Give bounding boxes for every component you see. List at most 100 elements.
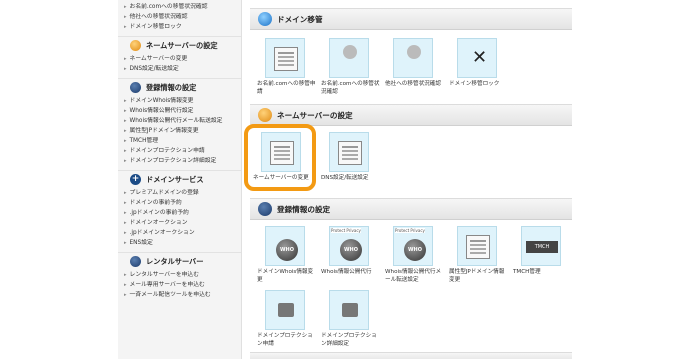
arrow-icon: ▸ [124, 138, 127, 144]
sidebar-item[interactable]: ▸ 属性型JPドメイン情報変更 [124, 126, 241, 136]
tile-label: ドメイン移管ロック [449, 81, 500, 87]
sidebar-item[interactable]: ▸ ドメインオークション [124, 218, 241, 228]
tile-label: Whois情報公開代行 [321, 269, 372, 275]
section-title: ネームサーバーの設定 [277, 110, 353, 120]
person-icon [407, 45, 421, 59]
sidebar-item[interactable]: ▸ 他社への移管状況確認 [124, 12, 241, 22]
sidebar-item-label: ドメインWhois情報変更 [129, 98, 194, 104]
sidebar-section-rental-server: レンタルサーバー [118, 252, 241, 270]
sidebar-item-label: ENS設定 [129, 240, 153, 246]
sidebar-item[interactable]: ▸ Whois情報公開代行メール転送設定 [124, 116, 241, 126]
sidebar-item[interactable]: ▸ ドメインの事前予約 [124, 198, 241, 208]
sidebar: ▸ お名前.comへの移管状況確認 ▸ 他社への移管状況確認 ▸ ドメイン移管ロック … [118, 0, 242, 359]
section-header-next [250, 352, 572, 359]
sidebar-item[interactable]: ▸ レンタルサーバーを申込む [124, 270, 241, 280]
arrow-icon: ▸ [124, 210, 127, 216]
tile-transfer-status-in[interactable]: お名前.comへの移管状況確認 [320, 38, 379, 96]
tile-dns-settings[interactable]: DNS設定/転送設定 [320, 132, 376, 183]
sidebar-item-label: ドメインオークション [129, 220, 188, 226]
sidebar-item[interactable]: ▸ メール専用サーバーを申込む [124, 280, 241, 290]
tile-label: お名前.comへの移管申請 [257, 81, 316, 95]
dns-settings-icon [329, 132, 369, 172]
tile-label: ドメインプロテクション詳細設定 [321, 333, 377, 347]
sidebar-item[interactable]: ▸ 一斉メール配信ツールを申込む [124, 290, 241, 300]
tmch-key-icon: TMCH [526, 241, 558, 253]
tile-whois-proxy[interactable]: Protect Privacy WHO Whois情報公開代行 [320, 226, 376, 277]
tile-domain-protection-detail[interactable]: ドメインプロテクション詳細設定 [320, 290, 377, 348]
sidebar-item-label: 属性型JPドメイン情報変更 [129, 128, 199, 134]
sidebar-item[interactable]: ▸ お名前.comへの移管状況確認 [124, 2, 241, 12]
sidebar-item-label: 一斉メール配信ツールを申込む [129, 292, 211, 298]
tile-whois-change[interactable]: WHO ドメインWhois情報変更 [256, 226, 313, 284]
sidebar-item[interactable]: ▸ ネームサーバーの変更 [124, 54, 241, 64]
sidebar-item[interactable]: ▸ TMCH管理 [124, 136, 241, 146]
sidebar-item[interactable]: ▸ ドメインプロテクション申請 [124, 146, 241, 156]
protection-icon [265, 290, 305, 330]
sidebar-section-nameserver: ネームサーバーの設定 [118, 36, 241, 54]
sidebar-list: ▸ ドメインWhois情報変更 ▸ Whois情報公開代行設定 ▸ Whois情報公開… [118, 96, 241, 166]
arrow-icon: ▸ [124, 108, 127, 114]
section-title: レンタルサーバー [146, 256, 204, 266]
registration-icon [130, 82, 141, 93]
arrow-icon: ▸ [124, 240, 127, 246]
sidebar-item-label: メール専用サーバーを申込む [129, 282, 205, 288]
arrow-icon: ▸ [124, 292, 127, 298]
arrow-icon: ▸ [124, 128, 127, 134]
transfer-lock-icon: ✕ [457, 38, 497, 78]
tile-label: ドメインプロテクション申請 [257, 333, 313, 347]
jp-domain-icon [457, 226, 497, 266]
lock-icon [278, 303, 294, 317]
sidebar-list: ▸ ネームサーバーの変更 ▸ DNS設定/転送設定 [118, 54, 241, 74]
sidebar-item-label: Whois情報公開代行メール転送設定 [129, 118, 223, 124]
tile-label: 他社への移管状況確認 [385, 81, 441, 87]
sidebar-section-domain-service: + ドメインサービス [118, 170, 241, 188]
sidebar-item[interactable]: ▸ .jpドメインの事前予約 [124, 208, 241, 218]
sidebar-item-label: ドメインプロテクション申請 [129, 148, 205, 154]
section-header-registration: 登録情報の設定 [250, 198, 572, 220]
arrow-icon: ▸ [124, 56, 127, 62]
sidebar-item[interactable]: ▸ ドメイン移管ロック [124, 22, 241, 32]
sidebar-item[interactable]: ▸ Whois情報公開代行設定 [124, 106, 241, 116]
sidebar-item-label: ドメイン移管ロック [129, 24, 182, 30]
sidebar-top-list: ▸ お名前.comへの移管状況確認 ▸ 他社への移管状況確認 ▸ ドメイン移管ロック [118, 0, 241, 32]
tile-transfer-status-out[interactable]: 他社への移管状況確認 [384, 38, 441, 89]
sidebar-item-label: ドメインの事前予約 [129, 200, 182, 206]
who-globe-icon: WHO [276, 239, 298, 261]
sidebar-list: ▸ プレミアムドメインの登録 ▸ ドメインの事前予約 ▸ .jpドメインの事前予約 ▸… [118, 188, 241, 248]
sidebar-item[interactable]: ▸ ENS設定 [124, 238, 241, 248]
tile-jp-domain-info[interactable]: 属性型JPドメイン情報変更 [448, 226, 504, 284]
nameserver-change-icon [261, 132, 301, 172]
section-title: 登録情報の設定 [146, 82, 197, 92]
tile-domain-protection-apply[interactable]: ドメインプロテクション申請 [256, 290, 313, 348]
tile-label: ネームサーバーの変更 [253, 175, 309, 181]
arrow-icon: ▸ [124, 272, 127, 278]
globe-icon [130, 40, 141, 51]
tile-tmch[interactable]: TMCH TMCH管理 [512, 226, 568, 277]
tmch-icon: TMCH [521, 226, 561, 266]
sidebar-item[interactable]: ▸ ドメインWhois情報変更 [124, 96, 241, 106]
document-icon [274, 47, 298, 71]
sidebar-item[interactable]: ▸ ドメインプロテクション詳細設定 [124, 156, 241, 166]
tile-whois-mail-forward[interactable]: Protect Privacy WHO Whois情報公開代行メール転送設定 [384, 226, 441, 284]
lock-icon [342, 303, 358, 317]
sidebar-item[interactable]: ▸ .jpドメインオークション [124, 228, 241, 238]
sidebar-item[interactable]: ▸ プレミアムドメインの登録 [124, 188, 241, 198]
arrow-icon: ▸ [124, 148, 127, 154]
tile-label: TMCH管理 [513, 269, 541, 275]
protect-privacy-tag: Protect Privacy [395, 228, 425, 233]
tile-transfer-lock[interactable]: ✕ ドメイン移管ロック [448, 38, 504, 89]
sidebar-item[interactable]: ▸ DNS設定/転送設定 [124, 64, 241, 74]
tile-transfer-apply[interactable]: お名前.comへの移管申請 [256, 38, 315, 96]
who-globe-icon: WHO [340, 239, 362, 261]
arrow-icon: ▸ [124, 118, 127, 124]
globe-icon [258, 108, 272, 122]
sidebar-item-label: 他社への移管状況確認 [129, 14, 188, 20]
arrow-icon: ▸ [124, 98, 127, 104]
server-list-icon [270, 141, 294, 165]
section-title: 登録情報の設定 [277, 204, 331, 214]
person-icon [343, 45, 357, 59]
sidebar-item-label: お名前.comへの移管状況確認 [129, 4, 208, 10]
server-icon [130, 256, 141, 267]
sidebar-item-label: TMCH管理 [129, 138, 159, 144]
tile-nameserver-change[interactable]: ネームサーバーの変更 [244, 124, 316, 191]
